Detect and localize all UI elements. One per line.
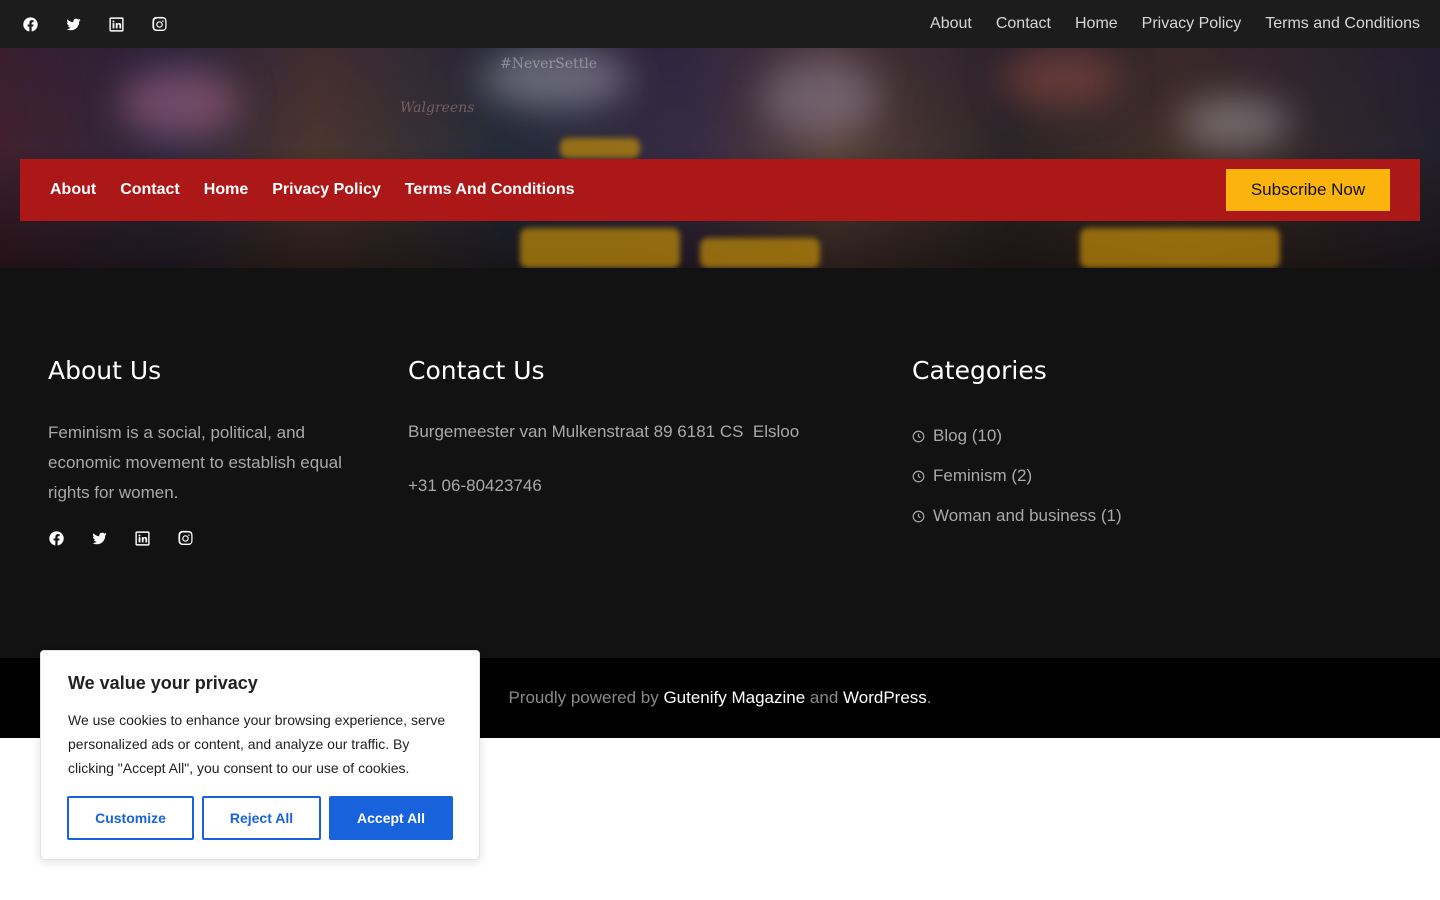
contact-title: Contact Us <box>408 356 545 385</box>
main-nav-contact[interactable]: Contact <box>120 181 180 199</box>
main-nav-terms[interactable]: Terms And Conditions <box>405 181 575 199</box>
top-nav-home[interactable]: Home <box>1075 15 1118 33</box>
hero-store-sign: Walgreens <box>400 100 475 116</box>
subscribe-button[interactable]: Subscribe Now <box>1226 169 1390 211</box>
category-link-blog[interactable]: Blog (10) <box>912 426 1002 446</box>
main-nav-about[interactable]: About <box>50 181 96 199</box>
category-label: Feminism (2) <box>933 466 1033 485</box>
clock-icon <box>912 470 925 482</box>
instagram-icon[interactable] <box>150 15 168 33</box>
category-label: Blog (10) <box>933 426 1002 445</box>
footer-widgets: About Us Feminism is a social, political… <box>0 268 1440 658</box>
about-title: About Us <box>48 356 162 385</box>
linkedin-icon[interactable] <box>107 15 125 33</box>
top-bar: About Contact Home Privacy Policy Terms … <box>0 0 1440 48</box>
main-nav-privacy-policy[interactable]: Privacy Policy <box>272 181 381 199</box>
cookie-title: We value your privacy <box>68 673 258 693</box>
powered-suffix: . <box>926 688 932 707</box>
powered-prefix: Proudly powered by <box>508 688 664 707</box>
top-nav: About Contact Home Privacy Policy Terms … <box>906 0 1420 48</box>
top-nav-privacy-policy[interactable]: Privacy Policy <box>1142 15 1242 33</box>
categories-title: Categories <box>912 356 1047 385</box>
twitter-icon[interactable] <box>91 530 109 548</box>
category-link-feminism[interactable]: Feminism (2) <box>912 466 1032 486</box>
main-nav-home[interactable]: Home <box>204 181 248 199</box>
about-text: Feminism is a social, political, and eco… <box>48 423 342 502</box>
top-social-links <box>21 0 193 48</box>
theme-link[interactable]: Gutenify Magazine <box>663 688 805 707</box>
facebook-icon[interactable] <box>21 15 39 33</box>
hero-banner-image: #NeverSettle Walgreens <box>0 48 1440 268</box>
accept-all-button[interactable]: Accept All <box>329 796 453 840</box>
hero-sign-text: #NeverSettle <box>500 56 598 72</box>
twitter-icon[interactable] <box>64 15 82 33</box>
wordpress-link[interactable]: WordPress <box>843 688 927 707</box>
facebook-icon[interactable] <box>48 530 66 548</box>
contact-address: Burgemeester van Mulkenstraat 89 6181 CS… <box>408 422 800 441</box>
powered-middle: and <box>805 688 844 707</box>
cookie-consent-banner: We value your privacy We use cookies to … <box>40 650 480 860</box>
top-nav-about[interactable]: About <box>930 15 972 33</box>
cookie-text: We use cookies to enhance your browsing … <box>68 712 446 776</box>
contact-phone: +31 06-80423746 <box>408 476 542 495</box>
top-nav-contact[interactable]: Contact <box>996 15 1051 33</box>
category-link-woman-and-business[interactable]: Woman and business (1) <box>912 506 1122 526</box>
main-nav: About Contact Home Privacy Policy Terms … <box>20 181 599 199</box>
category-label: Woman and business (1) <box>933 506 1122 525</box>
about-social-links <box>48 530 220 548</box>
top-nav-terms[interactable]: Terms and Conditions <box>1265 15 1420 33</box>
customize-button[interactable]: Customize <box>67 796 194 840</box>
main-nav-bar: About Contact Home Privacy Policy Terms … <box>20 159 1420 221</box>
clock-icon <box>912 430 925 442</box>
linkedin-icon[interactable] <box>134 530 152 548</box>
instagram-icon[interactable] <box>177 530 195 548</box>
reject-all-button[interactable]: Reject All <box>202 796 321 840</box>
clock-icon <box>912 510 925 522</box>
